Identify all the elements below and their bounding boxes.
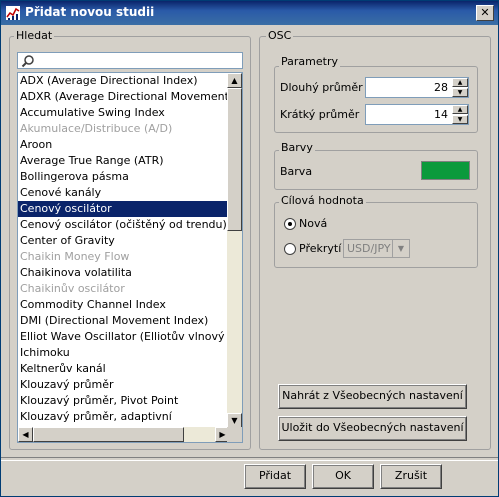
list-item[interactable]: Klouzavý průměr, adaptivní [18, 409, 230, 425]
ok-button[interactable]: OK [312, 464, 374, 489]
search-input[interactable] [17, 52, 243, 69]
target-group [274, 202, 478, 268]
list-item[interactable]: Bollingerova pásma [18, 169, 230, 185]
long-average-spinner[interactable]: 28 ▲ ▼ [365, 77, 469, 98]
list-item[interactable]: ADX (Average Directional Index) [18, 73, 230, 89]
list-item[interactable]: Chaikin Money Flow [18, 249, 230, 265]
list-item[interactable]: Klouzavý průměr [18, 377, 230, 393]
title-bar[interactable]: Přidat novou studii ✕ [1, 1, 498, 25]
overlay-radio-label[interactable]: Překrytí [299, 242, 341, 255]
add-button[interactable]: Přidat [244, 464, 306, 489]
overlay-radio[interactable] [284, 243, 296, 255]
chevron-down-icon[interactable]: ▼ [392, 240, 409, 257]
long-average-increment[interactable]: ▲ [452, 78, 468, 87]
params-group-title: Parametry [279, 55, 340, 68]
search-group-title: Hledat [14, 29, 55, 42]
list-item[interactable]: Average True Range (ATR) [18, 153, 230, 169]
new-radio-label[interactable]: Nová [299, 217, 327, 230]
close-icon: ✕ [480, 6, 490, 19]
new-radio[interactable] [284, 218, 296, 230]
list-item[interactable]: Accumulative Swing Index [18, 105, 230, 121]
short-average-label: Krátký průměr [280, 108, 360, 121]
study-list-rows: ADX (Average Directional Index) ADXR (Ave… [18, 73, 230, 428]
list-item[interactable]: Keltnerův kanál [18, 361, 230, 377]
list-item[interactable]: Elliot Wave Oscillator (Elliotův vlnový … [18, 329, 230, 345]
long-average-decrement[interactable]: ▼ [452, 88, 468, 97]
list-item[interactable]: Chaikinova volatilita [18, 265, 230, 281]
search-icon [21, 55, 34, 68]
short-average-decrement[interactable]: ▼ [452, 115, 468, 124]
list-item[interactable]: Cenový oscilátor [18, 201, 230, 217]
scroll-left-button[interactable]: ◀ [18, 427, 33, 442]
short-average-value: 14 [434, 108, 448, 121]
close-button[interactable]: ✕ [476, 5, 494, 21]
vertical-scrollbar[interactable]: ▲ ▼ [227, 73, 242, 428]
overlay-currency-select[interactable]: USD/JPY ▼ [343, 239, 410, 258]
window-title: Přidat novou studii [25, 5, 155, 19]
osc-group-title: OSC [266, 29, 294, 42]
new-radio-dot [288, 222, 292, 226]
footer-separator [1, 457, 498, 461]
list-item[interactable]: ADXR (Average Directional Movement Index [18, 89, 230, 105]
short-average-spinner[interactable]: 14 ▲ ▼ [365, 104, 469, 125]
list-item[interactable]: Cenové kanály [18, 185, 230, 201]
colors-group-title: Barvy [279, 141, 315, 154]
horizontal-scroll-thumb[interactable] [33, 427, 184, 442]
list-item[interactable]: Cenový oscilátor (očištěný od trendu) [18, 217, 230, 233]
dialog-window: Přidat novou studii ✕ Hledat ADX (Averag… [0, 0, 499, 497]
list-item[interactable]: Chaikinův oscilátor [18, 281, 230, 297]
scroll-down-button[interactable]: ▼ [227, 413, 242, 428]
study-list[interactable]: ADX (Average Directional Index) ADXR (Ave… [17, 72, 243, 443]
horizontal-scrollbar[interactable]: ◀ ▶ [18, 427, 230, 442]
color-swatch[interactable] [421, 161, 470, 180]
scroll-up-button[interactable]: ▲ [227, 73, 242, 88]
load-defaults-button[interactable]: Nahrát z Všeobecných nastavení [278, 384, 467, 409]
list-item[interactable]: Aroon [18, 137, 230, 153]
save-defaults-button[interactable]: Uložit do Všeobecných nastavení [278, 416, 467, 441]
color-label: Barva [280, 165, 313, 178]
app-icon [6, 6, 20, 20]
long-average-value: 28 [434, 81, 448, 94]
target-group-title: Cílová hodnota [279, 194, 366, 207]
list-item[interactable]: Commodity Channel Index [18, 297, 230, 313]
list-item[interactable]: Klouzavý průměr, Pivot Point [18, 393, 230, 409]
long-average-label: Dlouhý průměr [280, 81, 363, 94]
list-item[interactable]: DMI (Directional Movement Index) [18, 313, 230, 329]
short-average-increment[interactable]: ▲ [452, 105, 468, 114]
list-item[interactable]: Center of Gravity [18, 233, 230, 249]
vertical-scroll-thumb[interactable] [227, 88, 242, 231]
cancel-button[interactable]: Zrušit [380, 464, 442, 489]
list-item[interactable]: Ichimoku [18, 345, 230, 361]
overlay-currency-value: USD/JPY [347, 242, 391, 255]
list-item[interactable]: Akumulace/Distribuce (A/D) [18, 121, 230, 137]
scroll-corner [227, 427, 242, 442]
